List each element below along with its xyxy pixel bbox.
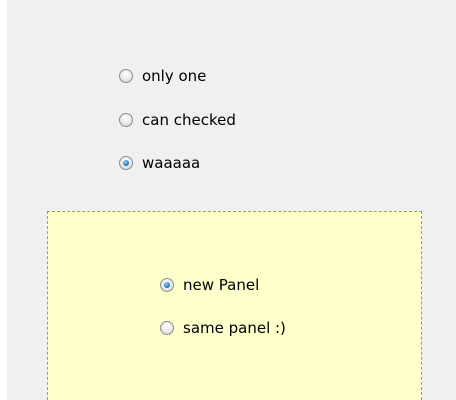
radio-dot-icon: [164, 282, 170, 288]
radio-circle[interactable]: [119, 156, 133, 170]
radio-circle[interactable]: [160, 278, 174, 292]
radio-same-panel[interactable]: same panel :): [160, 318, 286, 338]
radio-circle[interactable]: [119, 69, 133, 83]
radio-dot-icon: [123, 160, 129, 166]
radio-label: waaaaa: [142, 154, 201, 172]
radio-label: can checked: [142, 111, 236, 129]
radio-label: same panel :): [183, 319, 286, 337]
window-left-edge: [0, 0, 7, 400]
radio-circle[interactable]: [160, 321, 174, 335]
radio-label: only one: [142, 67, 207, 85]
radio-only-one[interactable]: only one: [119, 66, 206, 86]
radio-waaaaa[interactable]: waaaaa: [119, 153, 200, 173]
radio-can-checked[interactable]: can checked: [119, 110, 236, 130]
new-panel: [47, 211, 422, 400]
radio-label: new Panel: [183, 276, 260, 294]
radio-circle[interactable]: [119, 113, 133, 127]
radio-new-panel[interactable]: new Panel: [160, 275, 259, 295]
